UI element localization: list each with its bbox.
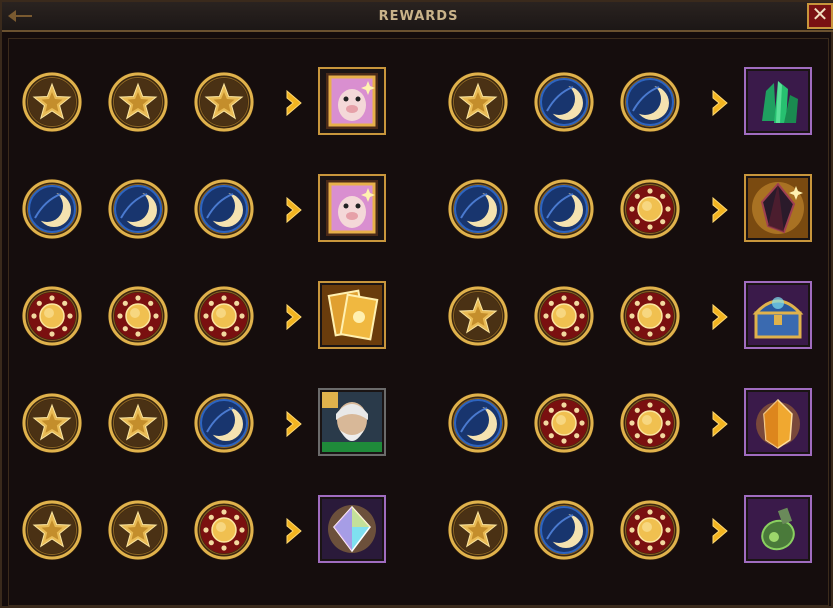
reward-slot[interactable] [318, 174, 386, 242]
reward-recipe-row [447, 495, 817, 565]
moon-token-icon [620, 72, 680, 132]
pig-card-reward-icon [326, 180, 378, 236]
close-button[interactable]: ✕ [807, 3, 833, 29]
reward-slot[interactable] [318, 388, 386, 456]
moon-token-icon [448, 393, 508, 453]
star-token-icon [108, 500, 168, 560]
reward-recipe-row [447, 388, 817, 458]
reward-slot[interactable] [744, 281, 812, 349]
star-token-icon [108, 72, 168, 132]
moon-token-icon [534, 500, 594, 560]
reward-slot[interactable] [744, 174, 812, 242]
star-token-icon [448, 72, 508, 132]
pig-card-reward-icon [326, 73, 378, 129]
chevron-right-icon [712, 410, 728, 438]
moon-token-icon [108, 179, 168, 239]
sun-token-icon [534, 393, 594, 453]
reward-recipe-row [21, 67, 391, 137]
sun-token-icon [534, 286, 594, 346]
window-title: REWARDS [378, 9, 459, 24]
amber-crystal-reward-icon [748, 392, 808, 452]
reward-recipe-row [21, 388, 391, 458]
reward-slot[interactable] [318, 495, 386, 563]
chevron-right-icon [712, 196, 728, 224]
moon-token-icon [448, 179, 508, 239]
moon-token-icon [22, 179, 82, 239]
treasure-chest-reward-icon [748, 285, 808, 345]
sun-token-icon [620, 179, 680, 239]
moon-token-icon [534, 72, 594, 132]
star-token-icon [22, 393, 82, 453]
potion-flask-reward-icon [748, 499, 808, 559]
chevron-right-icon [712, 303, 728, 331]
hero-portrait-reward-icon [322, 392, 382, 452]
reward-recipe-row [447, 174, 817, 244]
chevron-right-icon [286, 196, 302, 224]
sun-token-icon [620, 500, 680, 560]
chevron-right-icon [712, 517, 728, 545]
chevron-right-icon [712, 89, 728, 117]
reward-recipe-row [447, 67, 817, 137]
reward-slot[interactable] [318, 67, 386, 135]
chevron-right-icon [286, 410, 302, 438]
reward-slot[interactable] [744, 495, 812, 563]
emerald-crystal-reward-icon [748, 71, 808, 131]
star-token-icon [448, 286, 508, 346]
rewards-panel [8, 38, 829, 606]
sun-token-icon [194, 286, 254, 346]
reward-recipe-row [21, 174, 391, 244]
golden-cards-reward-icon [322, 285, 382, 345]
chevron-right-icon [286, 303, 302, 331]
sun-token-icon [22, 286, 82, 346]
sun-token-icon [108, 286, 168, 346]
dark-crystal-reward-icon [748, 178, 808, 238]
title-bar: REWARDS ✕ [2, 2, 833, 32]
sun-token-icon [620, 393, 680, 453]
star-token-icon [194, 72, 254, 132]
reward-recipe-row [447, 281, 817, 351]
star-token-icon [22, 500, 82, 560]
sun-token-icon [620, 286, 680, 346]
star-token-icon [22, 72, 82, 132]
reward-recipe-row [21, 495, 391, 565]
reward-slot[interactable] [318, 281, 386, 349]
moon-token-icon [194, 179, 254, 239]
rainbow-gem-reward-icon [322, 499, 382, 559]
chevron-right-icon [286, 517, 302, 545]
chevron-right-icon [286, 89, 302, 117]
reward-recipe-row [21, 281, 391, 351]
moon-token-icon [534, 179, 594, 239]
star-token-icon [108, 393, 168, 453]
reward-slot[interactable] [744, 388, 812, 456]
sun-token-icon [194, 500, 254, 560]
reward-slot[interactable] [744, 67, 812, 135]
moon-token-icon [194, 393, 254, 453]
rewards-window: REWARDS ✕ [0, 0, 833, 608]
star-token-icon [448, 500, 508, 560]
close-x-icon: ✕ [811, 4, 829, 26]
